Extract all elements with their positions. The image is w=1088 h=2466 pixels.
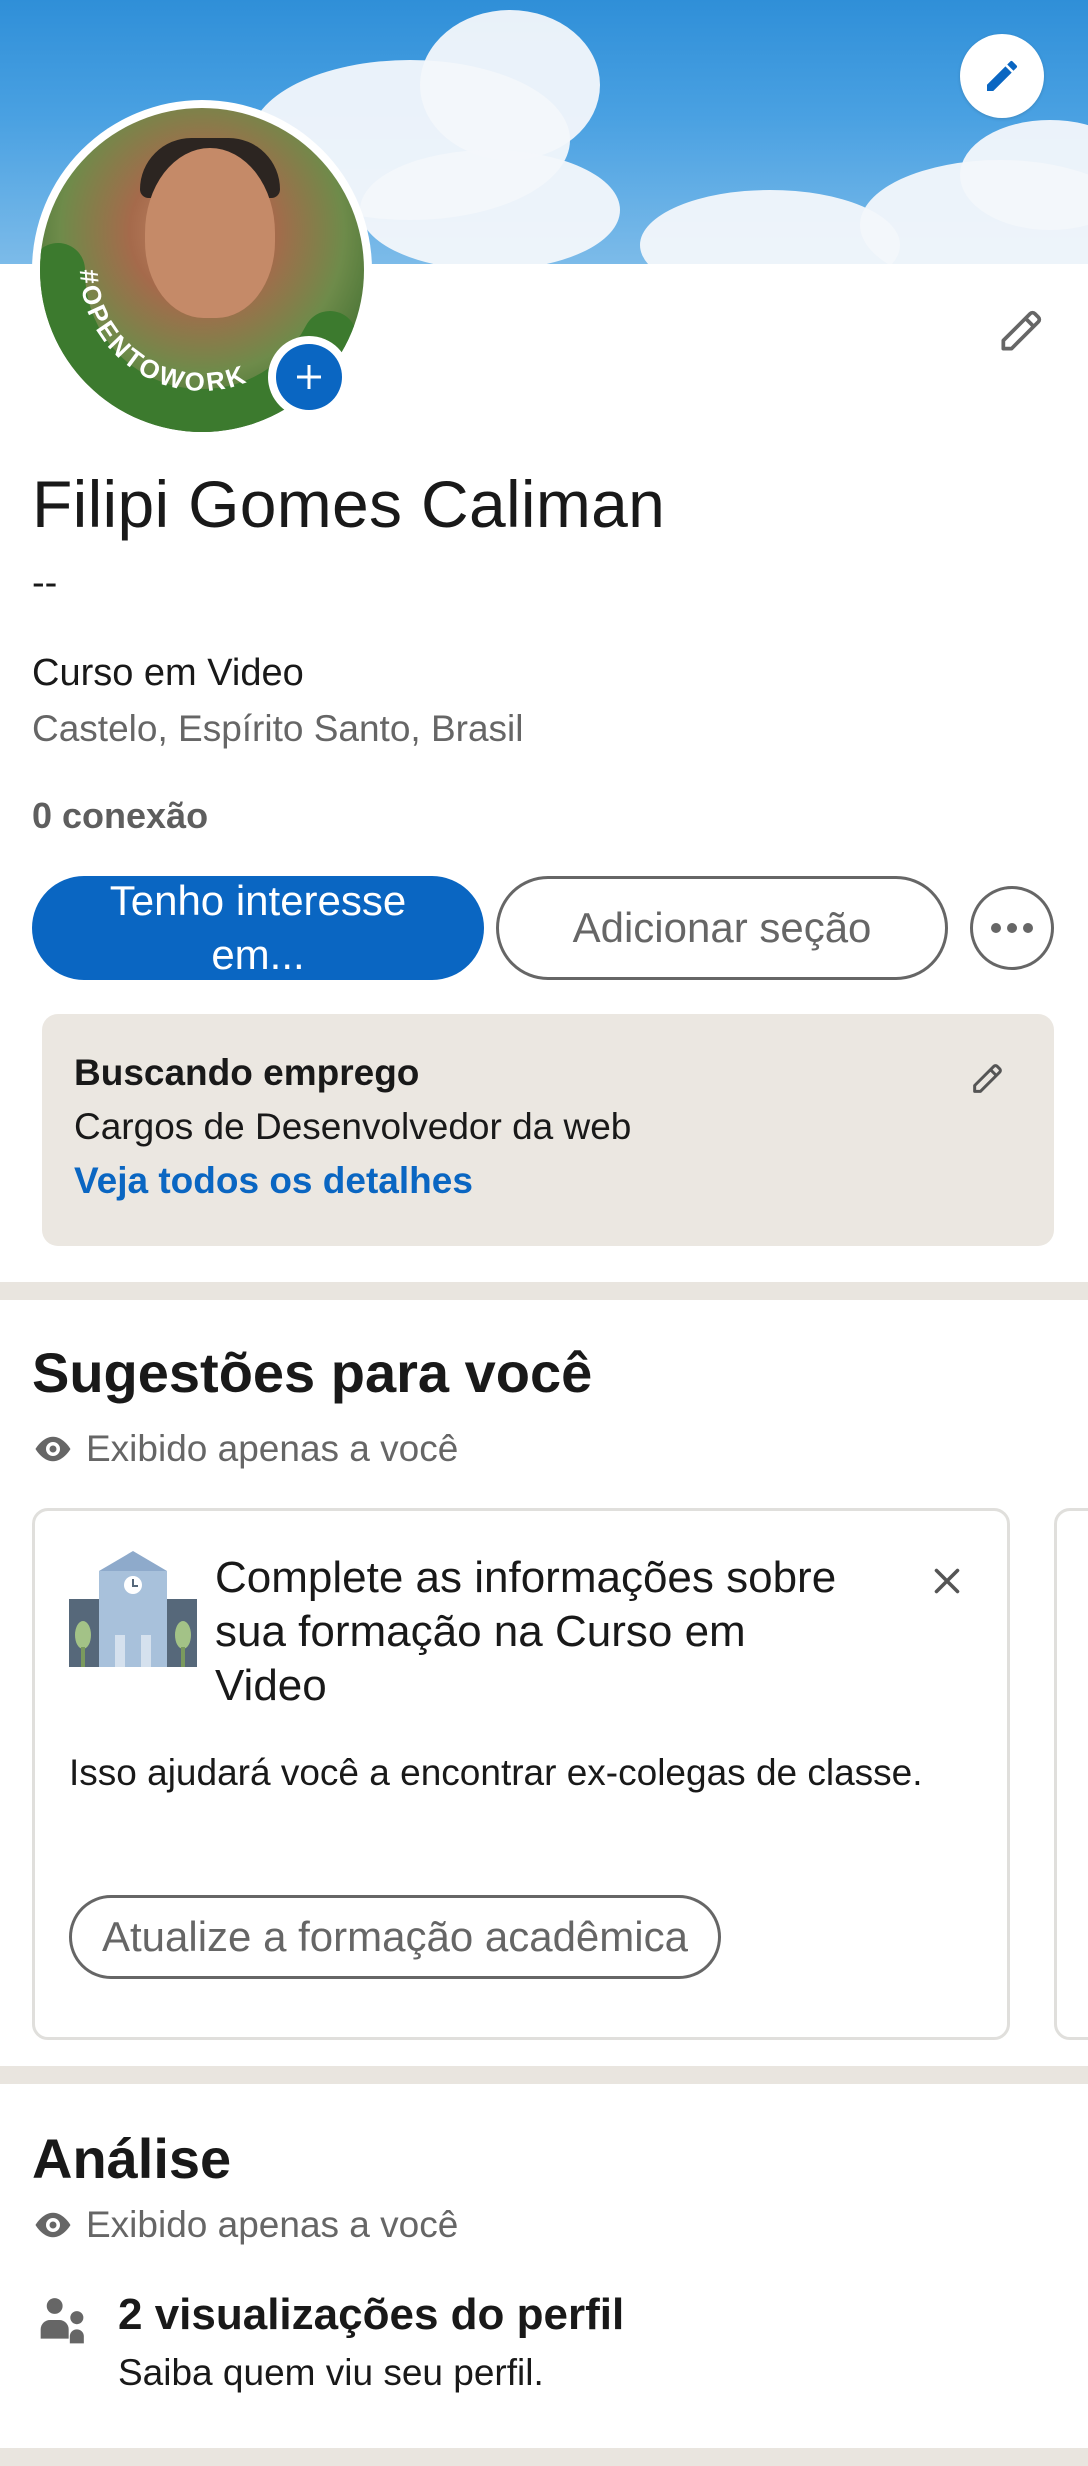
eye-icon xyxy=(35,2212,71,2238)
pencil-icon xyxy=(973,1064,1002,1093)
privacy-label: Exibido apenas a você xyxy=(86,1428,459,1469)
profile-views-subtitle: Saiba quem viu seu perfil. xyxy=(118,2352,544,2393)
suggestions-title: Sugestões para você xyxy=(32,1341,593,1404)
analytics-privacy: Exibido apenas a você xyxy=(32,2204,458,2246)
section-divider xyxy=(0,2448,1088,2466)
analytics-title: Análise xyxy=(32,2127,232,2190)
plus-icon xyxy=(297,365,321,389)
pencil-icon xyxy=(987,60,1018,91)
profile-views-item[interactable]: 2 visualizações do perfil Saiba quem viu… xyxy=(32,2290,1032,2410)
people-icon xyxy=(40,2298,84,2344)
open-to-work-card[interactable]: Buscando emprego Cargos de Desenvolvedor… xyxy=(42,1014,1054,1246)
profile-location: Castelo, Espírito Santo, Brasil xyxy=(32,708,524,749)
add-section-button[interactable]: Adicionar seção xyxy=(496,876,948,980)
pencil-icon xyxy=(1001,310,1042,351)
see-all-details-link[interactable]: Veja todos os detalhes xyxy=(74,1160,473,1202)
more-actions-button[interactable] xyxy=(970,886,1054,970)
connections-count[interactable]: 0 conexão xyxy=(32,795,208,837)
more-icon xyxy=(991,923,1033,933)
edit-banner-button[interactable] xyxy=(960,34,1044,118)
eye-icon xyxy=(35,1436,71,1462)
suggestion-card: Complete as informações sobre sua formaç… xyxy=(32,1508,1010,2040)
section-divider xyxy=(0,2066,1088,2084)
profile-company[interactable]: Curso em Video xyxy=(32,652,304,695)
suggestion-description: Isso ajudará você a encontrar ex-colegas… xyxy=(69,1752,923,1793)
profile-page: #OPENTOWORK Filipi Gomes Caliman -- Curs… xyxy=(0,0,1088,2466)
open-to-work-title: Buscando emprego xyxy=(74,1052,420,1093)
profile-name: Filipi Gomes Caliman xyxy=(32,467,666,541)
edit-profile-button[interactable] xyxy=(990,298,1054,362)
edit-open-to-work-button[interactable] xyxy=(962,1052,1014,1104)
suggestions-privacy: Exibido apenas a você xyxy=(32,1428,458,1470)
next-suggestion-card[interactable] xyxy=(1054,1508,1088,2040)
profile-views-title: 2 visualizações do perfil xyxy=(118,2290,625,2339)
update-education-button[interactable]: Atualize a formação acadêmica xyxy=(69,1895,721,1979)
section-divider xyxy=(0,1282,1088,1300)
privacy-label: Exibido apenas a você xyxy=(86,2204,459,2245)
dismiss-suggestion-button[interactable] xyxy=(917,1551,977,1611)
add-photo-button[interactable] xyxy=(268,336,350,418)
profile-headline: -- xyxy=(32,562,58,604)
school-icon xyxy=(69,1551,197,1667)
close-icon xyxy=(934,1568,960,1594)
open-to-button[interactable]: Tenho interesse em... xyxy=(32,876,484,980)
suggestion-title: Complete as informações sobre sua formaç… xyxy=(215,1553,837,1710)
open-to-work-roles: Cargos de Desenvolvedor da web xyxy=(74,1106,632,1147)
